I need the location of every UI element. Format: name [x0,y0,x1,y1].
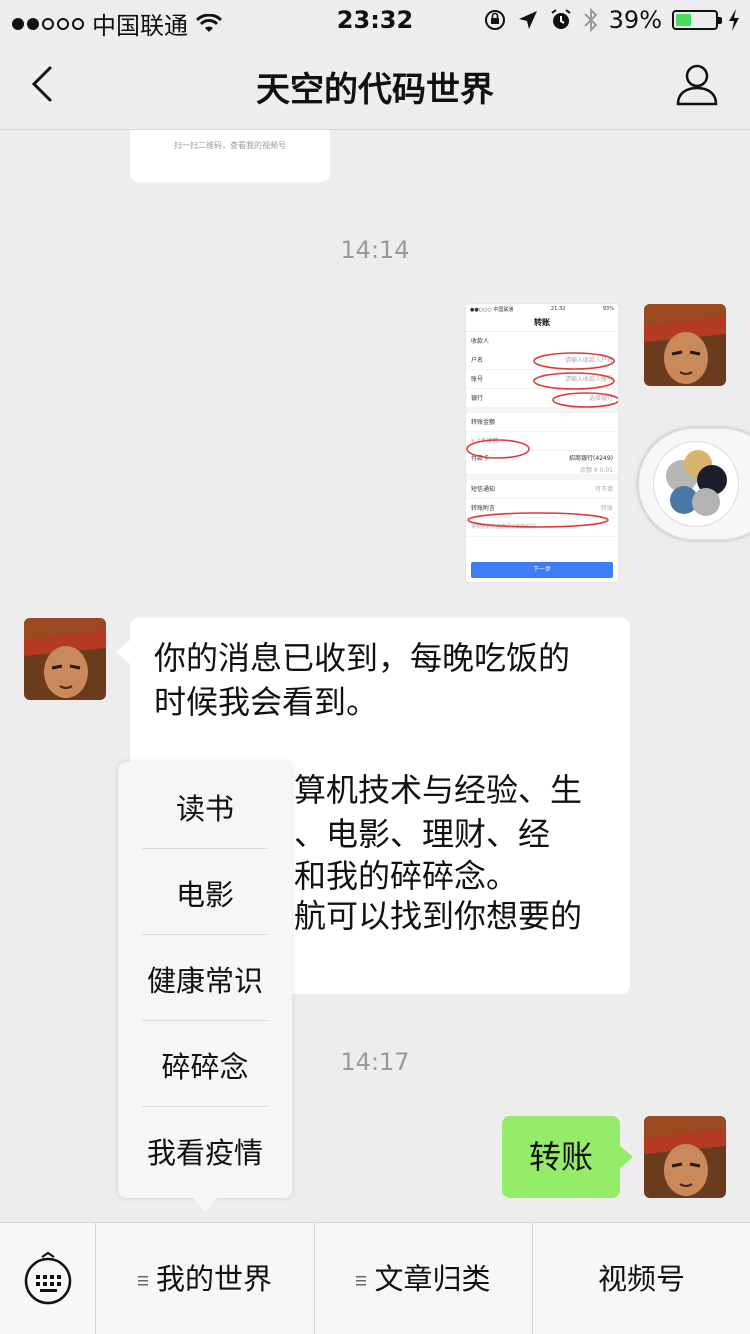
my-avatar[interactable] [644,1116,726,1198]
my-avatar[interactable] [644,304,726,386]
timestamp: 14:14 [340,236,410,264]
message-line: 时候我会看到。 [154,683,379,721]
submenu-indicator-icon [356,1276,367,1286]
person-icon[interactable] [674,62,720,108]
submenu-indicator-icon [137,1276,148,1286]
submenu-item-movies[interactable]: 电影 [142,852,268,938]
charging-bolt-icon [729,9,739,31]
menu-label: 视频号 [597,1262,685,1296]
menu-divider [142,1020,268,1021]
bluetooth-icon [583,7,598,33]
chat-area[interactable]: 扫一扫二维码，查看我的视频号 14:14 ●●○○○ 中国联通 21:32 93… [0,130,750,1222]
floating-window-button[interactable] [638,428,750,540]
message-line: 你的消息已收到，每晚吃饭的 [154,639,571,677]
menu-divider [142,848,268,849]
shared-card[interactable]: 扫一扫二维码，查看我的视频号 [130,130,330,182]
keyboard-icon [24,1251,72,1305]
page-title: 天空的代码世界 [256,70,494,110]
battery-icon [672,10,722,30]
menu-divider [142,934,268,935]
keyboard-toggle-button[interactable] [0,1223,96,1334]
alarm-icon [551,9,571,29]
official-account-menu-bar: 我的世界 文章归类 视频号 [0,1222,750,1334]
submenu-item-reading[interactable]: 读书 [142,766,268,852]
location-icon [518,11,537,29]
menu-label: 我的世界 [155,1262,272,1296]
sent-image-message[interactable]: ●●○○○ 中国联通 21:32 93% 转账 收款人 户名 请输入收款人户名 账… [465,303,619,583]
timestamp: 14:17 [340,1048,410,1076]
battery-percent: 39% [608,6,662,34]
navigation-bar: 天空的代码世界 [0,40,750,130]
menu-channels[interactable]: 视频号 [533,1223,750,1334]
sent-message-bubble[interactable]: 转账 [502,1116,633,1198]
menu-divider [142,1106,268,1107]
submenu-item-health[interactable]: 健康常识 [142,938,268,1024]
status-bar: 中国联通 23:32 39% [0,0,750,40]
submenu-item-ramblings[interactable]: 碎碎念 [142,1024,268,1110]
card-caption: 扫一扫二维码，查看我的视频号 [174,141,286,150]
submenu-item-epidemic[interactable]: 我看疫情 [142,1110,268,1196]
menu-article-categories[interactable]: 文章归类 [315,1223,533,1334]
menu-label: 文章归类 [374,1262,491,1296]
orientation-lock-icon [484,10,505,30]
menu-my-world[interactable]: 我的世界 [96,1223,315,1334]
red-annotation-marks [466,352,618,528]
official-account-avatar[interactable] [24,618,106,700]
submenu-popup: 读书 电影 健康常识 碎碎念 我看疫情 [118,762,292,1212]
floating-app-icon [666,450,727,516]
